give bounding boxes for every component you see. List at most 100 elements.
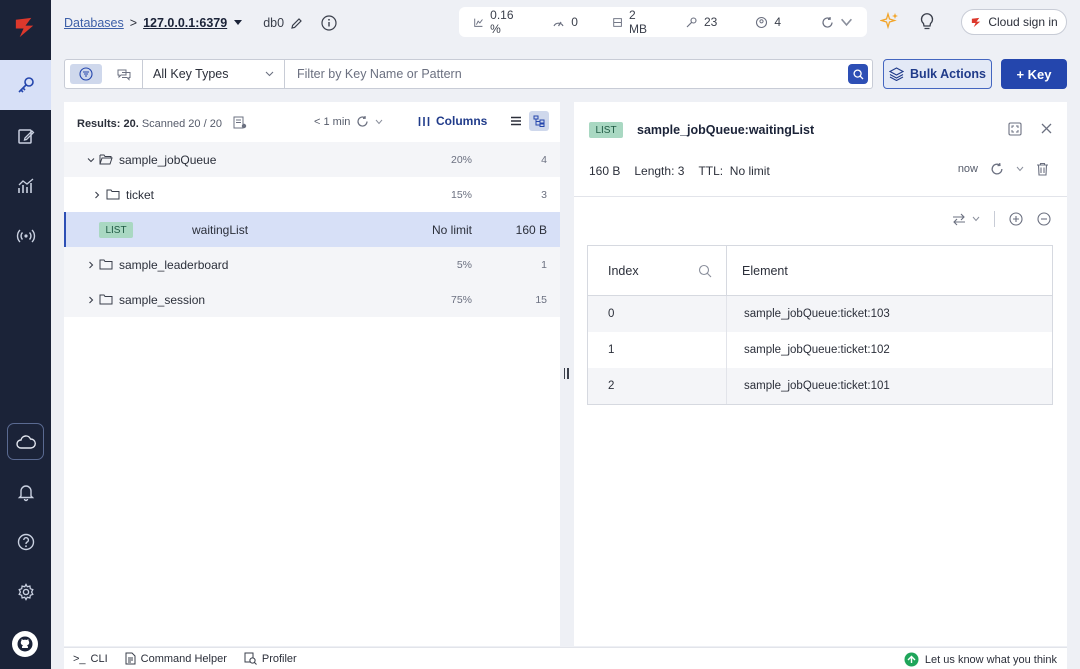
results-summary: Results: 20. Scanned 20 / 20 xyxy=(77,116,247,130)
search-mode-toggle xyxy=(65,60,143,88)
sidebar-item-settings[interactable] xyxy=(0,567,51,617)
ai-sparkle-icon[interactable] xyxy=(880,11,900,31)
key-details-title: LIST sample_jobQueue:waitingList xyxy=(589,122,814,138)
table-row[interactable]: 1 sample_jobQueue:ticket:102 xyxy=(588,332,1052,368)
key-type-badge: LIST xyxy=(589,122,623,138)
databases-link[interactable]: Databases xyxy=(64,16,124,30)
folder-count: 15 xyxy=(535,293,547,306)
filter-icon xyxy=(79,67,93,81)
bulk-actions-button[interactable]: Bulk Actions xyxy=(883,59,992,89)
cloud-icon xyxy=(15,434,36,449)
filter-bar: All Key Types xyxy=(64,59,873,89)
expand-icon[interactable] xyxy=(1008,122,1022,136)
db-name: db0 xyxy=(263,16,285,30)
tree-folder-row[interactable]: sample_leaderboard 5% 1 xyxy=(64,247,560,282)
refresh-icon[interactable] xyxy=(990,162,1004,176)
key-type-badge: LIST xyxy=(99,222,133,238)
table-row[interactable]: 2 sample_jobQueue:ticket:101 xyxy=(588,368,1052,404)
broadcast-icon xyxy=(16,229,35,243)
info-icon[interactable] xyxy=(321,15,337,31)
stats-refresh[interactable] xyxy=(795,7,867,37)
element-cell[interactable]: sample_jobQueue:ticket:103 xyxy=(727,296,1052,332)
tree-key-row[interactable]: LIST waitingList No limit 160 B xyxy=(64,212,560,247)
stat-memory: 2 MB xyxy=(592,7,667,37)
feedback-label: Let us know what you think xyxy=(924,653,1057,666)
folder-icon xyxy=(106,189,120,200)
key-icon xyxy=(17,77,34,93)
add-element-icon[interactable] xyxy=(1009,212,1023,226)
chevron-down-icon xyxy=(841,18,852,26)
sidebar-item-notifications[interactable] xyxy=(0,467,51,517)
close-icon[interactable] xyxy=(1040,122,1053,135)
columns-button[interactable]: Columns xyxy=(418,114,487,128)
ttl-label: TTL: xyxy=(698,164,724,178)
filter-mode-button[interactable] xyxy=(70,64,102,84)
key-meta: 160 B Length: 3 TTL: No limit xyxy=(589,164,770,178)
key-details-panel: LIST sample_jobQueue:waitingList 160 B L… xyxy=(574,102,1067,646)
search-icon[interactable] xyxy=(698,264,712,278)
trash-icon[interactable] xyxy=(1036,162,1049,176)
key-length: Length: 3 xyxy=(634,164,684,178)
tree-view-button[interactable] xyxy=(529,111,549,131)
sidebar-item-pubsub[interactable] xyxy=(0,211,51,261)
list-elements-table: Index Element 0 sample_jobQueue:ticket:1… xyxy=(587,245,1053,405)
element-cell[interactable]: sample_jobQueue:ticket:101 xyxy=(727,368,1052,404)
feedback-link[interactable]: Let us know what you think xyxy=(904,652,1057,667)
list-view-button[interactable] xyxy=(506,111,526,131)
index-column-header: Index xyxy=(588,246,727,295)
sidebar-item-browser[interactable] xyxy=(0,60,51,110)
list-icon xyxy=(511,116,521,126)
sidebar-item-workbench[interactable] xyxy=(0,111,51,161)
vector-search-mode-button[interactable] xyxy=(114,64,134,84)
stat-value: 0 xyxy=(571,15,578,29)
cloud-signin-button[interactable]: Cloud sign in xyxy=(961,9,1067,35)
redis-logo-icon[interactable] xyxy=(12,14,39,41)
ttl-value: No limit xyxy=(729,164,770,178)
search-button[interactable] xyxy=(848,64,868,84)
github-link[interactable] xyxy=(12,631,38,657)
lightbulb-icon[interactable] xyxy=(918,11,936,31)
format-select[interactable] xyxy=(952,213,980,226)
tree-folder-row[interactable]: sample_session 75% 15 xyxy=(64,282,560,317)
add-key-button[interactable]: + Key xyxy=(1001,59,1067,89)
folder-icon xyxy=(99,294,113,305)
tree-folder-row[interactable]: sample_jobQueue 20% 4 xyxy=(64,142,560,177)
key-type-select[interactable]: All Key Types xyxy=(143,60,285,88)
folder-icon xyxy=(99,259,113,270)
table-header: Index Element xyxy=(588,246,1052,296)
scan-more-icon[interactable] xyxy=(233,116,247,129)
key-list-refresh[interactable]: < 1 min xyxy=(314,115,383,128)
tree-folder-row[interactable]: ticket 15% 3 xyxy=(64,177,560,212)
command-helper-button[interactable]: Command Helper xyxy=(125,652,227,665)
column-label: Element xyxy=(742,263,788,278)
profiler-button[interactable]: Profiler xyxy=(244,652,297,665)
element-cell[interactable]: sample_jobQueue:ticket:102 xyxy=(727,332,1052,368)
key-name: waitingList xyxy=(192,222,249,237)
bell-icon xyxy=(17,485,34,502)
tree-icon xyxy=(533,115,545,127)
pencil-icon[interactable] xyxy=(290,17,303,30)
db-stats: 0.16 % 0 2 MB 23 4 xyxy=(459,7,867,37)
sidebar-item-help[interactable] xyxy=(0,517,51,567)
cli-button[interactable]: >_ CLI xyxy=(73,653,108,665)
results-count: Results: 20. xyxy=(77,118,139,130)
length-value: 3 xyxy=(677,164,685,178)
sidebar-item-analytics[interactable] xyxy=(0,161,51,211)
key-filter-input[interactable] xyxy=(285,60,848,88)
caret-down-icon[interactable] xyxy=(233,19,243,27)
remove-element-icon[interactable] xyxy=(1037,212,1051,226)
folder-name: sample_session xyxy=(119,292,206,307)
chevron-down-icon[interactable] xyxy=(1016,166,1024,172)
command-helper-label: Command Helper xyxy=(140,652,227,665)
host-selector[interactable]: 127.0.0.1:6379 xyxy=(143,16,227,30)
sidebar-cloud-button[interactable] xyxy=(7,423,44,460)
key-tree-panel: Results: 20. Scanned 20 / 20 < 1 min Col… xyxy=(64,102,560,646)
stat-value: 0.16 % xyxy=(490,8,514,36)
key-name[interactable]: sample_jobQueue:waitingList xyxy=(637,123,814,137)
panel-resize-handle[interactable] xyxy=(563,368,569,382)
panel-actions xyxy=(1008,122,1053,136)
table-row[interactable]: 0 sample_jobQueue:ticket:103 xyxy=(588,296,1052,332)
key-ttl[interactable]: TTL: No limit xyxy=(698,164,769,178)
index-cell: 0 xyxy=(588,296,727,332)
key-ttl: No limit xyxy=(431,222,472,237)
